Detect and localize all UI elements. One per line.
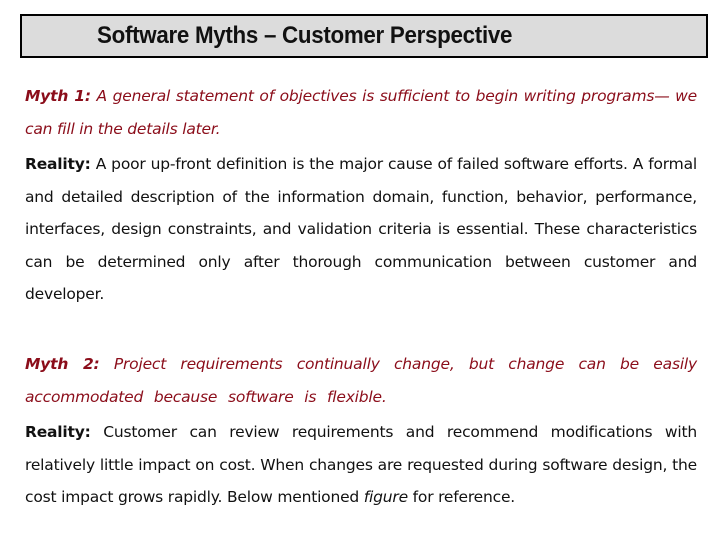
reality-1-label: Reality: [25, 155, 91, 173]
myth-1-paragraph: Myth 1: A general statement of objective… [25, 80, 697, 145]
title-banner: Software Myths – Customer Perspective [20, 14, 708, 58]
figure-emphasis: figure [363, 488, 408, 506]
slide-title: Software Myths – Customer Perspective [97, 22, 513, 49]
myth-2-text: Project requirements continually change,… [25, 355, 698, 406]
reality-1-paragraph: Reality: A poor up-front definition is t… [25, 148, 697, 311]
myth-1-text: A general statement of objectives is suf… [25, 87, 697, 138]
myth-2-paragraph: Myth 2: Project requirements continually… [25, 348, 697, 413]
myth-1-label: Myth 1: [25, 87, 91, 105]
reality-2-label: Reality: [25, 423, 91, 441]
reality-2-paragraph: Reality: Customer can review requirement… [25, 416, 697, 514]
myth-2-label: Myth 2: [25, 355, 100, 373]
reality-2-text-end: for reference. [407, 488, 516, 506]
reality-1-text: A poor up-front definition is the major … [25, 155, 697, 303]
reality-2-text: Customer can review requirements and rec… [25, 423, 697, 506]
